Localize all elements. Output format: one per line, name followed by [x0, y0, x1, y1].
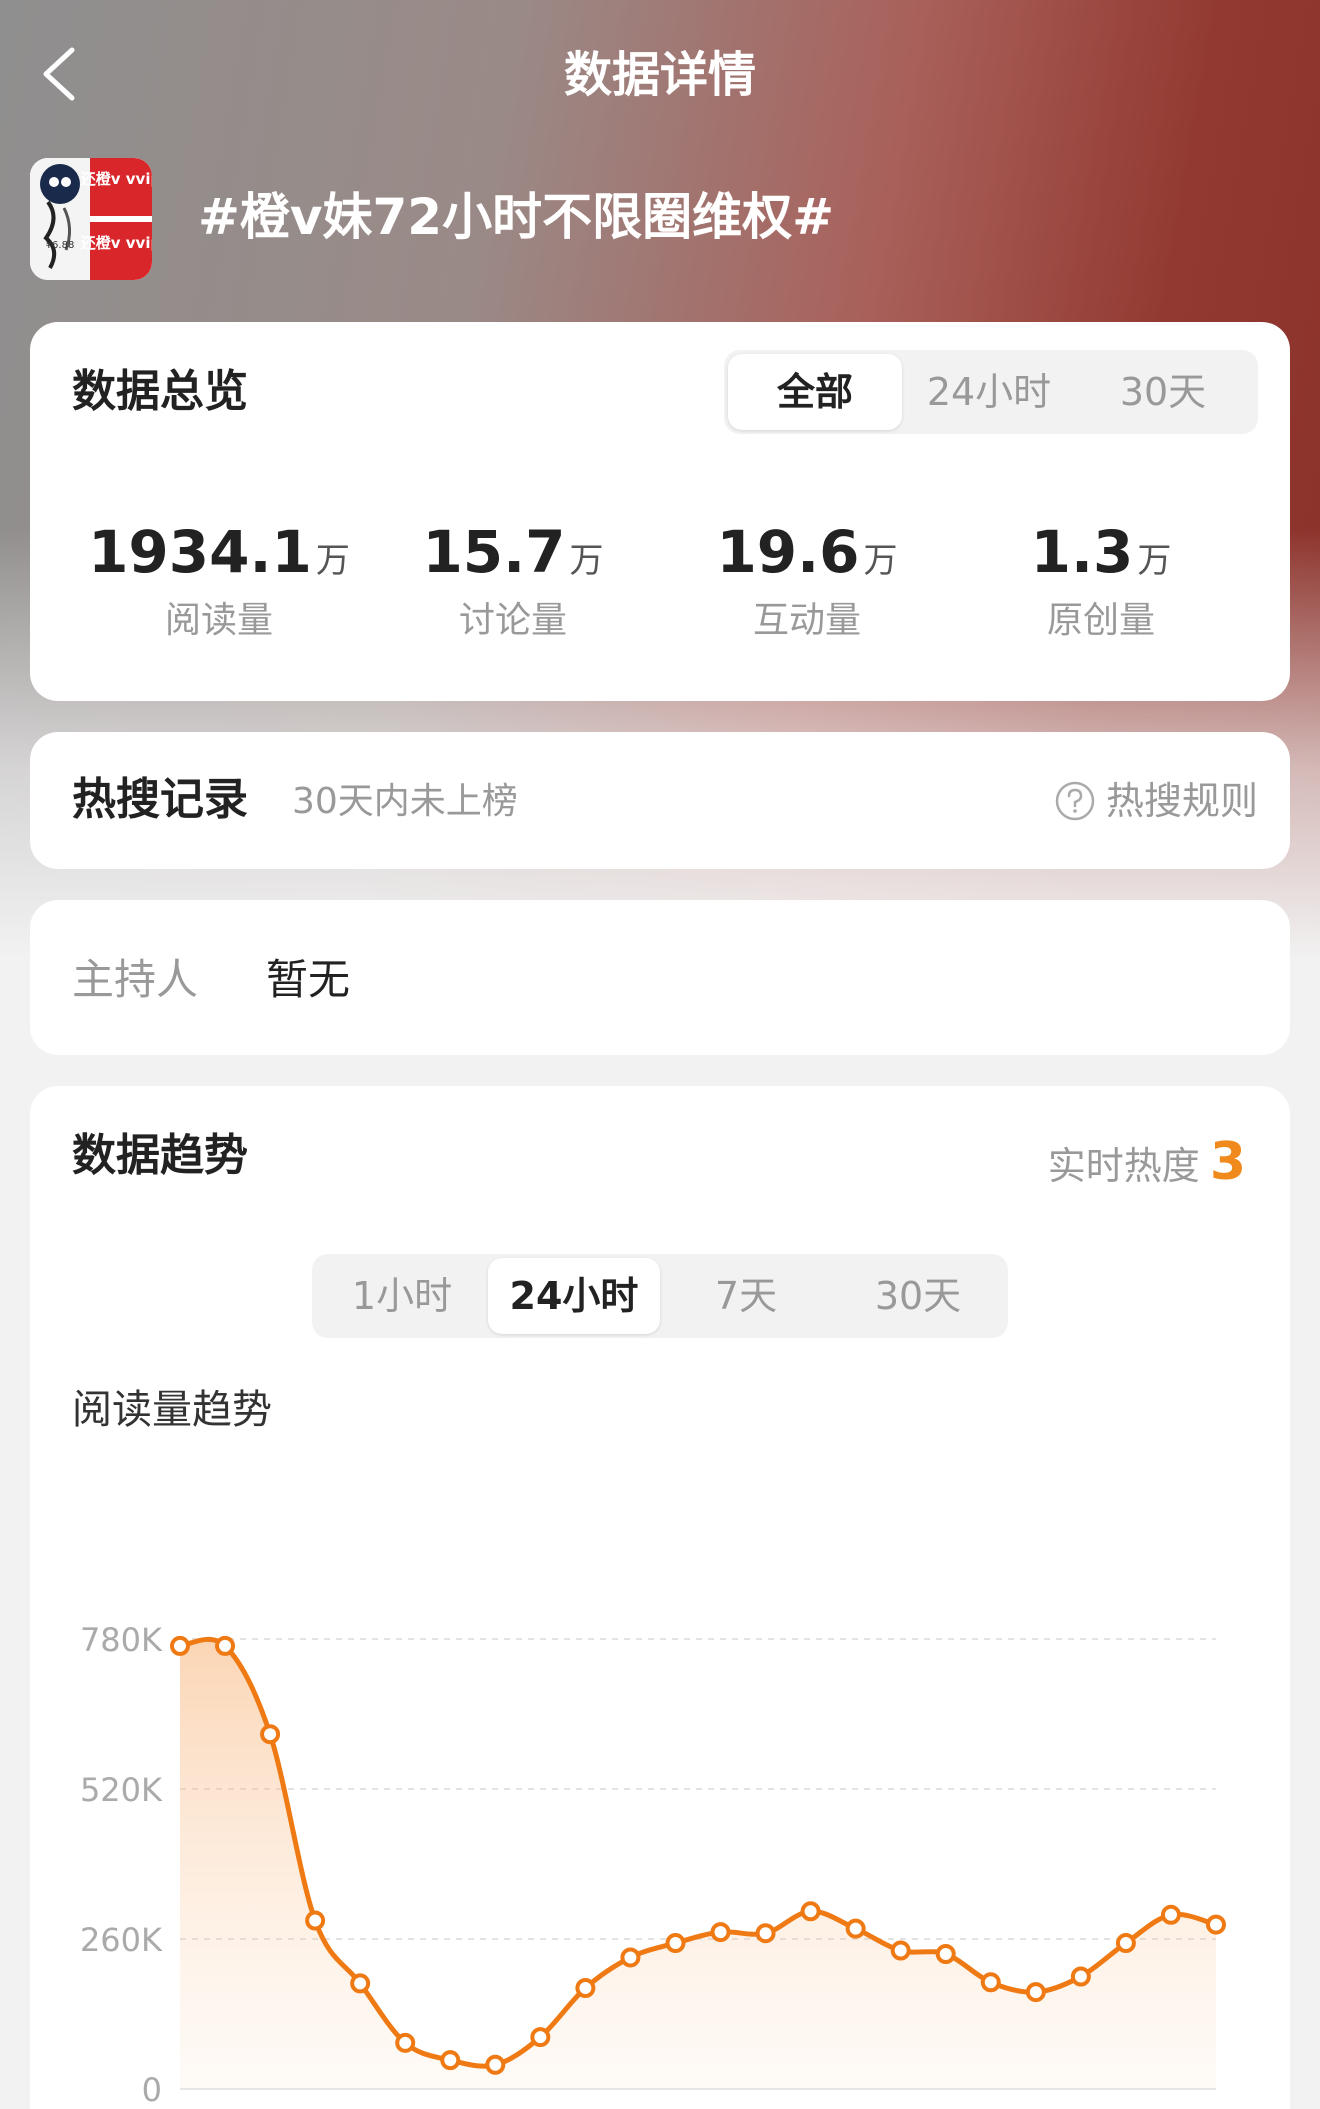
data-point — [845, 1918, 866, 1939]
trend-tab-24h[interactable]: 24小时 — [488, 1258, 660, 1334]
svg-text:还橙v vvip: 还橙v vvip — [80, 234, 152, 252]
y-tick-label: 520K — [80, 1771, 163, 1809]
data-point — [440, 2050, 461, 2071]
overview-tab-24h[interactable]: 24小时 — [902, 354, 1076, 430]
hot-search-rules-label: 热搜规则 — [1105, 779, 1258, 823]
stat-value: 19.6 — [716, 518, 860, 586]
data-point — [1070, 1966, 1091, 1987]
host-value: 暂无 — [266, 955, 351, 1004]
topic-title: #橙v妹72小时不限圈维权# — [198, 188, 834, 246]
series-area — [180, 1639, 1216, 2089]
topic-avatar[interactable]: 还橙v vvip 还橙v vvip ¥6.88 — [30, 158, 152, 280]
stat-interactions[interactable]: 19.6 万 互动量 — [660, 517, 954, 646]
stat-label: 阅读量 — [164, 600, 273, 641]
hot-search-status: 30天内未上榜 — [292, 781, 518, 822]
y-tick-label: 780K — [80, 1621, 163, 1659]
overview-tab-all[interactable]: 全部 — [728, 354, 902, 430]
realtime-heat-label: 实时热度 — [1047, 1144, 1200, 1188]
stat-originals[interactable]: 1.3 万 原创量 — [954, 517, 1248, 646]
data-point — [1115, 1933, 1136, 1954]
overview-title: 数据总览 — [72, 366, 248, 417]
y-tick-label: 0 — [142, 2071, 162, 2109]
trend-card: 数据趋势 实时热度 3 1小时 24小时 7天 30天 阅读量趋势 780K 520… — [30, 1086, 1290, 2109]
data-point — [800, 1901, 821, 1922]
stat-label: 讨论量 — [458, 600, 567, 641]
stat-unit: 万 — [863, 541, 898, 581]
hot-search-card: 热搜记录 30天内未上榜 热搜规则 — [30, 732, 1290, 869]
reads-trend-chart[interactable]: 780K520K260K001:0006:0011:0016:0021:00 — [30, 1466, 1290, 2109]
overview-range-tabs: 全部 24小时 30天 — [724, 350, 1258, 434]
trend-tab-7d[interactable]: 7天 — [660, 1258, 832, 1334]
trend-tab-30d[interactable]: 30天 — [832, 1258, 1004, 1334]
y-tick-label: 260K — [80, 1921, 163, 1959]
hot-search-rules-link[interactable]: 热搜规则 — [1054, 776, 1258, 826]
data-point — [350, 1973, 371, 1994]
overview-stats: 1934.1 万 阅读量 15.7 万 讨论量 19.6 万 互动量 1.3 万 原创量 — [30, 517, 1290, 646]
data-point — [1206, 1914, 1226, 1935]
overview-tab-30d[interactable]: 30天 — [1076, 354, 1250, 430]
realtime-heat-value: 3 — [1209, 1132, 1246, 1192]
avatar-image: 还橙v vvip 还橙v vvip ¥6.88 — [30, 158, 152, 280]
data-point — [485, 2054, 506, 2075]
data-point — [575, 1978, 596, 1999]
overview-card: 数据总览 全部 24小时 30天 1934.1 万 阅读量 15.7 万 讨论量 1… — [30, 322, 1290, 701]
stat-value: 1.3 — [1030, 518, 1134, 586]
data-point — [665, 1933, 686, 1954]
trend-tab-1h[interactable]: 1小时 — [316, 1258, 488, 1334]
stat-label: 互动量 — [752, 600, 861, 641]
page-title: 数据详情 — [563, 47, 756, 103]
svg-text:¥6.88: ¥6.88 — [46, 240, 75, 251]
realtime-heat: 实时热度 3 — [1048, 1132, 1246, 1196]
question-circle-icon — [1055, 781, 1095, 821]
data-point — [1025, 1982, 1046, 2003]
stat-unit: 万 — [569, 541, 604, 581]
trend-range-tabs: 1小时 24小时 7天 30天 — [312, 1254, 1008, 1338]
chart-title: 阅读量趋势 — [72, 1387, 272, 1433]
data-point — [980, 1972, 1001, 1993]
stat-value: 1934.1 — [88, 518, 312, 586]
data-point — [710, 1922, 731, 1943]
stat-label: 原创量 — [1046, 600, 1155, 641]
data-point — [305, 1910, 326, 1931]
nav-bar: 数据详情 — [0, 30, 1320, 120]
stat-unit: 万 — [315, 541, 350, 581]
stat-unit: 万 — [1137, 541, 1172, 581]
data-point — [1160, 1904, 1181, 1925]
data-point — [755, 1923, 776, 1944]
svg-text:还橙v vvip: 还橙v vvip — [80, 170, 152, 188]
host-card: 主持人 暂无 — [30, 900, 1290, 1055]
data-point — [215, 1635, 236, 1656]
data-point — [170, 1635, 190, 1656]
host-label: 主持人 — [72, 955, 199, 1004]
data-point — [530, 2027, 551, 2048]
stat-reads[interactable]: 1934.1 万 阅读量 — [72, 517, 366, 646]
data-point — [935, 1944, 956, 1964]
stat-discussions[interactable]: 15.7 万 讨论量 — [366, 517, 660, 646]
hot-search-title: 热搜记录 — [72, 774, 248, 825]
data-point — [620, 1947, 641, 1968]
stat-value: 15.7 — [422, 518, 566, 586]
data-point — [395, 2032, 416, 2053]
data-point — [890, 1940, 911, 1961]
data-point — [260, 1724, 281, 1745]
trend-title: 数据趋势 — [72, 1130, 248, 1181]
